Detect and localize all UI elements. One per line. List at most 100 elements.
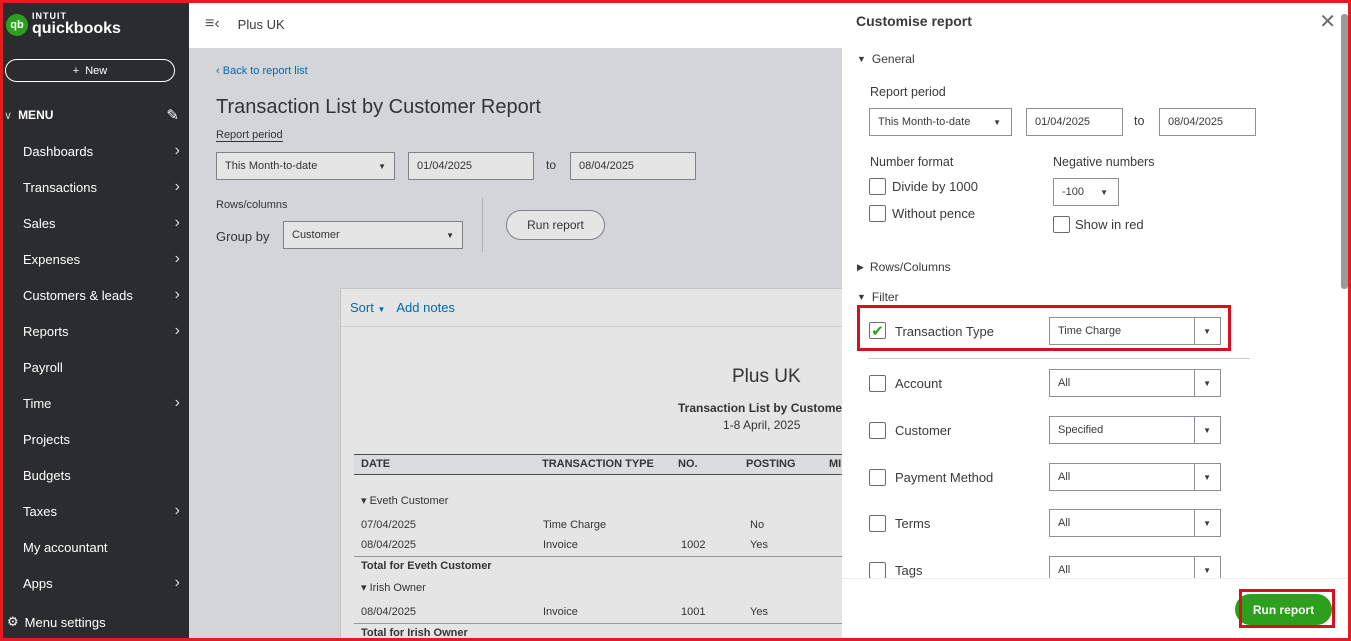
sidebar-item-payroll[interactable]: Payroll	[0, 349, 189, 385]
show-in-red-checkbox[interactable]	[1053, 216, 1070, 233]
new-button[interactable]: + New	[5, 59, 175, 82]
terms-select[interactable]: All ▼	[1049, 509, 1221, 537]
divider	[868, 358, 1250, 359]
filter-section-toggle[interactable]: ▼ Filter	[857, 290, 899, 304]
qb-logo-icon: qb	[6, 13, 28, 36]
col-date[interactable]: DATE	[361, 458, 390, 470]
without-pence-checkbox[interactable]	[869, 205, 886, 222]
quickbooks-logo[interactable]: qb intuit quickbooks	[6, 12, 121, 37]
panel-date-to-input[interactable]: 08/04/2025	[1159, 108, 1256, 136]
caret-down-icon: ▼	[1203, 565, 1211, 575]
panel-report-period-select[interactable]: This Month-to-date ▼	[869, 108, 1012, 136]
col-posting[interactable]: POSTING	[746, 458, 796, 470]
close-icon[interactable]: ✕	[1319, 9, 1336, 34]
sidebar-item-sales[interactable]: Sales ›	[0, 205, 189, 241]
col-mi[interactable]: MI	[829, 458, 841, 470]
cell-posting: No	[750, 519, 765, 531]
pencil-icon[interactable]: ✎	[166, 106, 179, 124]
group-header[interactable]: ▾ Irish Owner	[361, 581, 426, 594]
chevron-right-icon: ›	[174, 394, 180, 411]
cell-date: 08/04/2025	[361, 606, 417, 618]
add-notes-link[interactable]: Add notes	[396, 300, 455, 315]
group-total: Total for Eveth Customer	[361, 560, 492, 572]
sidebar-item-my-accountant[interactable]: My accountant	[0, 529, 189, 565]
company-name: Plus UK	[237, 16, 285, 32]
sidebar-item-transactions[interactable]: Transactions ›	[0, 169, 189, 205]
sort-dropdown[interactable]: Sort ▼	[350, 300, 385, 315]
sidebar-item-budgets[interactable]: Budgets	[0, 457, 189, 493]
run-report-button-main[interactable]: Run report	[506, 210, 605, 240]
customer-checkbox[interactable]	[869, 422, 886, 439]
chevron-down-icon: ∨	[4, 109, 13, 122]
without-pence-label: Without pence	[892, 206, 976, 221]
tags-checkbox[interactable]	[869, 562, 886, 579]
payment-method-label: Payment Method	[895, 470, 994, 485]
cell-type[interactable]: Time Charge	[543, 519, 606, 531]
plus-icon: +	[72, 64, 80, 77]
chevron-right-icon: ›	[174, 502, 180, 519]
back-to-report-list-link[interactable]: ‹ Back to report list	[216, 65, 308, 77]
sidebar-nav: Dashboards › Transactions › Sales › Expense…	[0, 133, 189, 601]
group-header[interactable]: ▾ Eveth Customer	[361, 494, 448, 507]
sidebar: qb intuit quickbooks + New ∨ MENU ✎ Dash…	[0, 0, 189, 641]
total-line	[354, 556, 842, 557]
menu-label: MENU	[18, 108, 54, 122]
cell-type[interactable]: Invoice	[543, 606, 578, 618]
sidebar-item-customers-leads[interactable]: Customers & leads ›	[0, 277, 189, 313]
panel-date-from-input[interactable]: 01/04/2025	[1026, 108, 1123, 136]
col-transaction-type[interactable]: TRANSACTION TYPE	[542, 458, 654, 470]
report-period-select[interactable]: This Month-to-date ▼	[216, 152, 395, 180]
chevron-right-icon: ›	[174, 574, 180, 591]
collapse-menu-icon[interactable]: ≡‹	[205, 15, 220, 33]
total-line	[354, 623, 842, 624]
chevron-right-icon: ›	[174, 142, 180, 159]
date-to-input[interactable]: 08/04/2025	[570, 152, 696, 180]
payment-method-checkbox[interactable]	[869, 469, 886, 486]
divider	[482, 198, 483, 252]
cell-type[interactable]: Invoice	[543, 539, 578, 551]
sidebar-item-expenses[interactable]: Expenses ›	[0, 241, 189, 277]
payment-method-select[interactable]: All ▼	[1049, 463, 1221, 491]
menu-settings-button[interactable]: ⚙ Menu settings	[7, 614, 106, 630]
general-section-toggle[interactable]: ▼ General	[857, 52, 915, 66]
caret-down-icon: ▼	[446, 230, 454, 240]
divide-by-1000-label: Divide by 1000	[892, 179, 978, 194]
number-format-label: Number format	[870, 155, 954, 169]
triangle-down-icon: ▼	[857, 54, 866, 64]
cell-no: 1002	[681, 539, 706, 551]
menu-settings-label: Menu settings	[24, 614, 106, 630]
chevron-right-icon: ›	[174, 322, 180, 339]
caret-down-icon: ▼	[378, 161, 386, 171]
sidebar-item-time[interactable]: Time ›	[0, 385, 189, 421]
col-no[interactable]: NO.	[678, 458, 698, 470]
date-from-input[interactable]: 01/04/2025	[408, 152, 534, 180]
group-by-select[interactable]: Customer ▼	[283, 221, 463, 249]
scrollbar[interactable]	[1341, 14, 1348, 289]
account-checkbox[interactable]	[869, 375, 886, 392]
sidebar-item-dashboards[interactable]: Dashboards ›	[0, 133, 189, 169]
highlight-box-run-report	[1239, 589, 1335, 628]
report-period-label: Report period	[216, 129, 283, 142]
account-select[interactable]: All ▼	[1049, 369, 1221, 397]
divide-by-1000-checkbox[interactable]	[869, 178, 886, 195]
caret-down-icon: ▼	[1203, 425, 1211, 435]
triangle-down-icon: ▼	[857, 292, 866, 302]
sidebar-item-reports[interactable]: Reports ›	[0, 313, 189, 349]
highlight-box-transaction-type	[857, 305, 1231, 351]
menu-header[interactable]: ∨ MENU ✎	[0, 104, 189, 126]
report-period-label: Report period	[870, 85, 946, 99]
group-by-label: Group by	[216, 229, 270, 244]
negative-numbers-select[interactable]: -100 ▼	[1053, 178, 1119, 206]
caret-down-icon: ▼	[1100, 187, 1108, 197]
sidebar-item-projects[interactable]: Projects	[0, 421, 189, 457]
report-table-header: DATE TRANSACTION TYPE NO. POSTING MI	[354, 454, 842, 475]
report-date-range: 1-8 April, 2025	[723, 418, 801, 432]
to-label: to	[1134, 114, 1145, 128]
terms-checkbox[interactable]	[869, 515, 886, 532]
caret-down-icon: ▼	[993, 117, 1001, 127]
sidebar-item-apps[interactable]: Apps ›	[0, 565, 189, 601]
customer-select[interactable]: Specified ▼	[1049, 416, 1221, 444]
triangle-right-icon: ▶	[857, 261, 864, 272]
rows-columns-section-toggle[interactable]: ▶ Rows/Columns	[857, 260, 951, 274]
sidebar-item-taxes[interactable]: Taxes ›	[0, 493, 189, 529]
